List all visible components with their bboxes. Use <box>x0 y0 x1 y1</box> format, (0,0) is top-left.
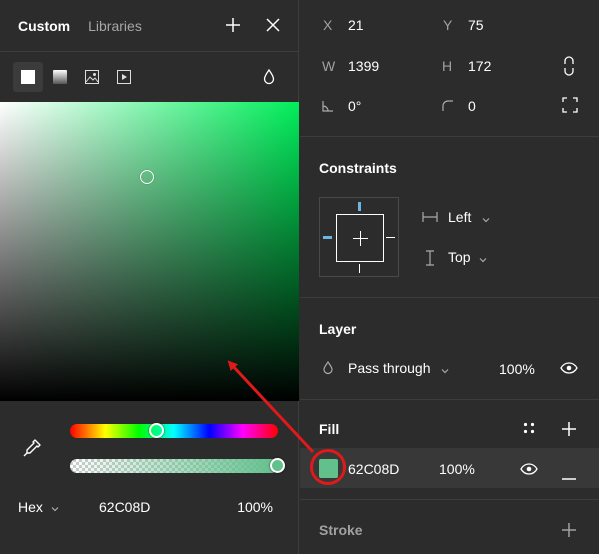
rotation-icon <box>322 99 334 115</box>
image-icon <box>85 70 99 84</box>
horizontal-constraint-icon <box>422 210 438 226</box>
hex-input[interactable]: 62C08D <box>99 499 150 515</box>
blend-mode-dropdown[interactable]: Pass through <box>348 360 431 376</box>
fill-type-gradient-button[interactable] <box>45 62 75 92</box>
chevron-down-icon[interactable] <box>481 212 491 228</box>
picker-tab-bar: Custom Libraries <box>0 0 298 52</box>
video-icon <box>117 70 131 84</box>
corner-radius-input[interactable]: 0 <box>468 98 476 114</box>
fill-title: Fill <box>319 421 340 437</box>
drop-icon[interactable] <box>262 68 276 88</box>
eyedropper-icon[interactable] <box>22 438 42 461</box>
opacity-gradient <box>70 459 278 473</box>
horizontal-constraint-dropdown[interactable]: Left <box>448 209 471 225</box>
w-label: W <box>322 58 336 74</box>
fill-opacity-input[interactable]: 100% <box>439 461 475 477</box>
divider <box>300 136 599 137</box>
hue-slider[interactable] <box>70 423 278 438</box>
eye-icon[interactable] <box>520 462 538 478</box>
color-value-row: Hex 62C08D 100% <box>0 496 299 520</box>
h-label: H <box>442 58 453 74</box>
divider <box>300 399 599 400</box>
h-input[interactable]: 172 <box>468 58 491 74</box>
divider <box>300 297 599 298</box>
layer-opacity-input[interactable]: 100% <box>499 361 535 377</box>
slider-area: Hex 62C08D 100% <box>0 402 299 554</box>
vertical-constraint-dropdown[interactable]: Top <box>448 249 471 265</box>
constraint-right[interactable] <box>386 237 395 238</box>
styles-grid-icon[interactable] <box>522 421 536 438</box>
constraints-frame <box>336 214 384 262</box>
solid-icon <box>21 70 35 84</box>
chevron-down-icon[interactable] <box>50 501 60 517</box>
constrain-proportions-icon[interactable] <box>562 56 576 79</box>
y-label: Y <box>443 17 453 33</box>
rotation-input[interactable]: 0° <box>348 98 361 114</box>
fill-type-solid-button[interactable] <box>13 62 43 92</box>
stroke-title: Stroke <box>319 522 363 538</box>
layer-title: Layer <box>319 321 357 337</box>
fill-type-video-button[interactable] <box>109 62 139 92</box>
hue-slider-knob[interactable] <box>149 423 165 438</box>
y-input[interactable]: 75 <box>468 17 484 33</box>
fill-hex-input[interactable]: 62C08D <box>348 461 399 477</box>
chevron-down-icon[interactable] <box>478 252 488 268</box>
constraint-bottom[interactable] <box>359 264 360 273</box>
fill-type-image-button[interactable] <box>77 62 107 92</box>
corner-radius-icon <box>442 99 454 115</box>
add-stroke-plus-icon[interactable] <box>561 522 577 541</box>
constraints-title: Constraints <box>319 160 397 176</box>
constraint-center-h[interactable] <box>353 238 368 239</box>
gradient-icon <box>53 70 67 84</box>
color-picker-panel: Custom Libraries Hex 62C08D 100% <box>0 0 299 554</box>
blend-mode-icon <box>322 360 334 378</box>
tab-custom[interactable]: Custom <box>18 18 70 34</box>
saturation-brightness-area[interactable] <box>0 102 299 401</box>
constraints-widget[interactable] <box>319 197 399 277</box>
independent-corners-icon[interactable] <box>562 97 578 116</box>
add-fill-plus-icon[interactable] <box>561 421 577 440</box>
fill-type-selector <box>0 52 298 102</box>
x-label: X <box>323 17 333 33</box>
opacity-slider[interactable] <box>70 459 278 473</box>
tab-libraries[interactable]: Libraries <box>88 18 142 34</box>
opacity-slider-knob[interactable] <box>270 458 285 473</box>
constraint-left[interactable] <box>323 236 332 239</box>
close-icon[interactable] <box>262 14 284 36</box>
color-format-dropdown[interactable]: Hex <box>18 499 43 515</box>
plus-icon[interactable] <box>222 14 244 36</box>
color-handle[interactable] <box>139 169 154 184</box>
remove-fill-minus-icon[interactable] <box>561 467 577 483</box>
w-input[interactable]: 1399 <box>348 58 379 74</box>
eye-icon[interactable] <box>560 361 578 377</box>
annotation-highlight-circle <box>310 449 346 485</box>
divider <box>300 499 599 500</box>
vertical-constraint-icon <box>424 250 436 269</box>
chevron-down-icon[interactable] <box>440 363 450 379</box>
alpha-input[interactable]: 100% <box>237 499 273 515</box>
x-input[interactable]: 21 <box>348 17 364 33</box>
constraint-top[interactable] <box>358 202 361 211</box>
